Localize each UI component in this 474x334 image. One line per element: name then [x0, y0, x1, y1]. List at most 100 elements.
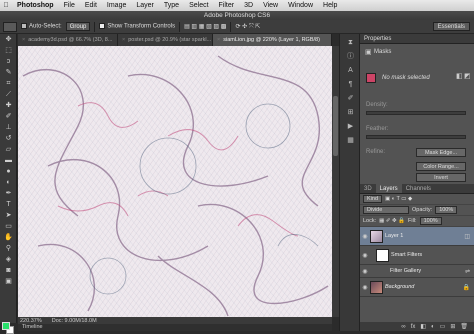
- visibility-eye-icon[interactable]: ◉: [360, 233, 370, 240]
- visibility-eye-icon[interactable]: ◉: [360, 268, 370, 275]
- type-tool-icon[interactable]: T: [2, 200, 15, 210]
- menu-file[interactable]: File: [59, 2, 80, 9]
- invert-button[interactable]: Invert: [416, 173, 466, 182]
- menu-select[interactable]: Select: [184, 2, 213, 9]
- visibility-eye-icon[interactable]: ◉: [360, 284, 370, 291]
- feather-slider[interactable]: [366, 135, 466, 139]
- 3d-mode-icons[interactable]: ⟳ ✣ ⤧ ⇱: [235, 23, 260, 31]
- 3d-tool-icon[interactable]: ◈: [2, 255, 15, 265]
- info-icon[interactable]: ⓘ: [344, 51, 357, 62]
- actions-icon[interactable]: ▶: [344, 121, 357, 132]
- add-pixel-mask-icon[interactable]: ◧: [456, 72, 463, 80]
- history-icon[interactable]: ⧗: [344, 37, 357, 48]
- close-icon[interactable]: ×: [122, 37, 125, 43]
- workspace-switcher[interactable]: Essentials: [432, 22, 470, 31]
- link-layers-icon[interactable]: ∞: [401, 324, 405, 330]
- menu-image[interactable]: Image: [102, 2, 131, 9]
- refine-label: Refine:: [366, 149, 386, 155]
- menu-window[interactable]: Window: [283, 2, 318, 9]
- crop-tool-icon[interactable]: ⌗: [2, 79, 15, 89]
- mask-edge-button[interactable]: Mask Edge...: [416, 148, 466, 157]
- layer-name: Layer 1: [385, 233, 404, 239]
- document-canvas[interactable]: [18, 46, 332, 317]
- auto-select-label: Auto-Select:: [29, 23, 62, 30]
- lasso-tool-icon[interactable]: ↄ: [2, 57, 15, 67]
- filter-icons[interactable]: ▣ ◐ T ▭ ◆: [385, 196, 412, 202]
- timeline-panel-tab[interactable]: Timeline: [18, 324, 332, 331]
- brush-tool-icon[interactable]: ✐: [2, 112, 15, 122]
- screen-mode-icon[interactable]: ▣: [2, 277, 15, 287]
- delete-layer-icon[interactable]: 🗑: [460, 323, 468, 330]
- menu-layer[interactable]: Layer: [131, 2, 159, 9]
- add-vector-mask-icon[interactable]: ◩: [464, 72, 471, 80]
- menu-help[interactable]: Help: [318, 2, 342, 9]
- close-icon[interactable]: ×: [22, 37, 25, 43]
- menu-type[interactable]: Type: [159, 2, 184, 9]
- add-mask-icon[interactable]: ◧: [420, 323, 426, 330]
- gradient-tool-icon[interactable]: ▬: [2, 156, 15, 166]
- brush-preset-icon[interactable]: ✐: [344, 93, 357, 104]
- filter-options-icon[interactable]: ⇌: [465, 268, 470, 275]
- layer-row-background[interactable]: ◉ Background 🔒: [360, 278, 474, 297]
- tab-layers[interactable]: Layers: [375, 184, 402, 193]
- eyedropper-tool-icon[interactable]: ⟋: [2, 90, 15, 100]
- fx-icon[interactable]: fx: [411, 324, 416, 330]
- properties-panel-header[interactable]: Properties: [360, 34, 474, 44]
- blend-mode-dropdown[interactable]: Divide: [363, 206, 409, 214]
- close-icon[interactable]: ×: [217, 37, 220, 43]
- tab-poster[interactable]: × poster.psd @ 20.9% (star sparkl...: [118, 34, 213, 46]
- hand-tool-icon[interactable]: ✋: [2, 233, 15, 243]
- pen-tool-icon[interactable]: ✒: [2, 189, 15, 199]
- lock-icons[interactable]: ▦ ✐ ✥ 🔒: [379, 218, 405, 224]
- healing-tool-icon[interactable]: ✚: [2, 101, 15, 111]
- fill-input[interactable]: 100%: [419, 217, 442, 225]
- dodge-tool-icon[interactable]: ◐: [2, 178, 15, 188]
- menu-filter[interactable]: Filter: [214, 2, 240, 9]
- paragraph-icon[interactable]: ¶: [344, 79, 357, 90]
- scroll-thumb[interactable]: [333, 96, 338, 156]
- swatches-icon[interactable]: ▦: [344, 135, 357, 146]
- menu-photoshop[interactable]: Photoshop: [12, 2, 59, 9]
- history-brush-tool-icon[interactable]: ↺: [2, 134, 15, 144]
- document-size[interactable]: Doc: 9.00M/18.0M: [52, 318, 97, 324]
- quick-select-tool-icon[interactable]: ✎: [2, 68, 15, 78]
- quick-mask-icon[interactable]: ◙: [2, 266, 15, 276]
- auto-select-target-dropdown[interactable]: Group: [65, 22, 91, 31]
- tab-siamlion[interactable]: × siamLion.jpg @ 220% (Layer 1, RGB/8): [213, 34, 332, 46]
- move-tool-icon[interactable]: ✥: [2, 35, 15, 45]
- zoom-tool-icon[interactable]: ⚲: [2, 244, 15, 254]
- auto-select-checkbox[interactable]: Auto-Select:: [21, 23, 62, 30]
- filter-kind-dropdown[interactable]: Kind: [363, 195, 383, 203]
- new-layer-icon[interactable]: ⊞: [450, 323, 455, 330]
- tab-3d[interactable]: 3D: [360, 184, 376, 193]
- eraser-tool-icon[interactable]: ▱: [2, 145, 15, 155]
- adjustment-layer-icon[interactable]: ◐: [431, 324, 435, 330]
- layer-row-layer1[interactable]: ◉ Layer 1 ◫: [360, 227, 474, 246]
- layer-row-filter-gallery[interactable]: ◉ Filter Gallery ⇌: [360, 265, 474, 278]
- new-group-icon[interactable]: ▭: [440, 323, 446, 330]
- clone-source-icon[interactable]: ⊞: [344, 107, 357, 118]
- marquee-tool-icon[interactable]: ⬚: [2, 46, 15, 56]
- type-panel-icon[interactable]: A: [344, 65, 357, 76]
- clone-stamp-tool-icon[interactable]: ⊥: [2, 123, 15, 133]
- menu-edit[interactable]: Edit: [80, 2, 102, 9]
- zoom-level[interactable]: 220.37%: [20, 318, 42, 324]
- opacity-input[interactable]: 100%: [435, 206, 458, 214]
- tool-preset-picker[interactable]: [3, 21, 17, 32]
- color-range-button[interactable]: Color Range...: [416, 162, 466, 171]
- apple-menu-icon[interactable]: : [0, 2, 12, 9]
- menu-3d[interactable]: 3D: [239, 2, 258, 9]
- show-transform-checkbox[interactable]: Show Transform Controls: [99, 23, 175, 30]
- vertical-scrollbar[interactable]: [332, 46, 339, 317]
- menu-view[interactable]: View: [258, 2, 283, 9]
- tab-channels[interactable]: Channels: [402, 184, 435, 193]
- foreground-color-swatch[interactable]: [2, 322, 10, 330]
- blur-tool-icon[interactable]: ●: [2, 167, 15, 177]
- align-icons[interactable]: ▤ ▥ ▦ ▧ ▨ ▩: [184, 23, 226, 30]
- path-select-tool-icon[interactable]: ➤: [2, 211, 15, 221]
- layer-row-smart-filters[interactable]: ◉ Smart Filters: [360, 246, 474, 265]
- density-slider[interactable]: [366, 111, 466, 115]
- tab-academy3d[interactable]: × academy3d.psd @ 66.7% (3D, 8...: [18, 34, 118, 46]
- visibility-eye-icon[interactable]: ◉: [360, 252, 370, 259]
- shape-tool-icon[interactable]: ▭: [2, 222, 15, 232]
